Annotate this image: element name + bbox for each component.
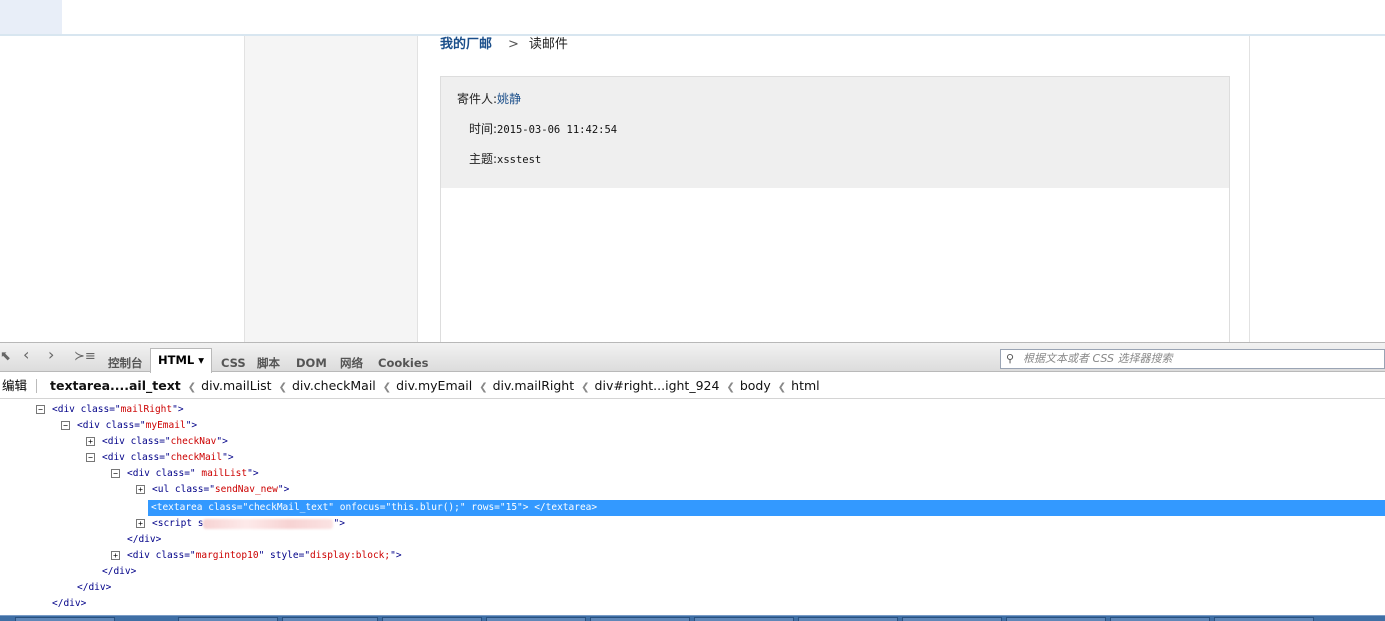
- time-label: 时间:: [468, 122, 497, 136]
- subject-value: xsstest: [497, 154, 542, 166]
- crumb-arrow-icon: ❮: [278, 382, 287, 393]
- tree-node-sendnav[interactable]: <ul class="sendNav_new">: [152, 482, 289, 498]
- sender-label: 寄件人:: [456, 92, 497, 106]
- time-value: 2015-03-06 11:42:54: [497, 124, 618, 136]
- crumb-textarea[interactable]: textarea....ail_text: [50, 378, 181, 393]
- time-row: 时间:2015-03-06 11:42:54: [435, 121, 617, 137]
- command-line-icon[interactable]: ≻≡: [74, 350, 96, 364]
- expand-toggle[interactable]: +: [111, 551, 120, 560]
- taskbar-button[interactable]: [902, 617, 1002, 621]
- tree-node-maillist[interactable]: <div class=" mailList">: [127, 466, 259, 482]
- dom-breadcrumb: textarea....ail_text ❮ div.mailList ❮ div.ch…: [50, 373, 820, 401]
- tab-script[interactable]: 脚本: [257, 355, 280, 371]
- inspect-icon[interactable]: ⬉: [0, 350, 11, 364]
- crumb-myemail[interactable]: div.myEmail: [396, 378, 472, 393]
- crumb-arrow-icon: ❮: [479, 382, 488, 393]
- tree-close-tag: </div>: [102, 566, 137, 577]
- taskbar-button[interactable]: [486, 617, 586, 621]
- dom-breadcrumb-bar: 编辑 textarea....ail_text ❮ div.mailList ❮ div…: [0, 373, 1385, 399]
- taskbar-button[interactable]: [1214, 617, 1314, 621]
- tree-close-tag: </div>: [77, 582, 112, 593]
- top-bar-tab[interactable]: [0, 0, 62, 34]
- tree-node-margintop10[interactable]: <div class="margintop10" style="display:…: [127, 548, 402, 564]
- tab-html[interactable]: HTML ▾: [150, 348, 213, 373]
- crumb-arrow-icon: ❮: [382, 382, 392, 393]
- mail-view: 寄件人:姚静 时间:2015-03-06 11:42:54 主题:xsstest: [440, 76, 1230, 342]
- tab-console[interactable]: 控制台: [108, 355, 143, 371]
- tab-css[interactable]: CSS: [221, 355, 246, 371]
- taskbar-button[interactable]: [694, 617, 794, 621]
- taskbar-button[interactable]: [1110, 617, 1210, 621]
- expand-toggle[interactable]: +: [136, 519, 145, 528]
- browser-top-bar: [0, 0, 1385, 36]
- html-tree: − <div class="mailRight"> − <div class="…: [0, 400, 1385, 621]
- mail-page: 我的厂邮 > 读邮件 寄件人:姚静 时间:2015-03-06 11:42:54 主…: [0, 36, 1385, 342]
- crumb-arrow-icon: ❮: [777, 382, 787, 393]
- search-placeholder: 根据文本或者 CSS 选择器搜索: [1023, 352, 1173, 365]
- collapse-toggle[interactable]: −: [111, 469, 120, 478]
- search-input[interactable]: ⚲ 根据文本或者 CSS 选择器搜索: [1000, 349, 1385, 369]
- taskbar-button[interactable]: [798, 617, 898, 621]
- taskbar-button[interactable]: [178, 617, 278, 621]
- crumb-arrow-icon: ❮: [187, 382, 197, 393]
- crumb-arrow-icon: ❮: [581, 382, 590, 393]
- sender-row: 寄件人:姚静: [435, 91, 521, 107]
- collapse-toggle[interactable]: −: [36, 405, 45, 414]
- subject-row: 主题:xsstest: [435, 151, 541, 167]
- tab-net[interactable]: 网络: [340, 355, 363, 371]
- tree-close-tag: </div>: [127, 534, 162, 545]
- redacted-area: [203, 518, 334, 529]
- tree-node-script[interactable]: <script s ">: [152, 516, 345, 532]
- expand-toggle[interactable]: +: [86, 437, 95, 446]
- crumb-right[interactable]: div#right...ight_924: [595, 378, 720, 393]
- crumb-checkmail[interactable]: div.checkMail: [292, 378, 376, 393]
- mail-header: 寄件人:姚静 时间:2015-03-06 11:42:54 主题:xsstest: [441, 77, 1229, 188]
- taskbar-button[interactable]: [1006, 617, 1106, 621]
- tree-node-checkmail[interactable]: <div class="checkMail">: [102, 450, 234, 466]
- crumb-divider: [36, 379, 37, 393]
- edit-button[interactable]: 编辑: [2, 373, 27, 399]
- search-icon: ⚲: [1006, 352, 1015, 365]
- taskbar-button[interactable]: [382, 617, 482, 621]
- crumb-html[interactable]: html: [791, 378, 819, 393]
- breadcrumb-current: 读邮件: [528, 37, 568, 52]
- breadcrumb-separator: >: [508, 37, 519, 52]
- os-taskbar: [0, 615, 1385, 621]
- subject-label: 主题:: [468, 152, 497, 166]
- expand-toggle[interactable]: +: [136, 485, 145, 494]
- firebug-toolbar: ⬉ ‹ › ≻≡ 控制台 HTML ▾ CSS 脚本 DOM 网络 Cookie…: [0, 342, 1385, 373]
- tree-node-mailright[interactable]: <div class="mailRight">: [52, 402, 184, 418]
- crumb-body[interactable]: body: [740, 378, 771, 393]
- breadcrumb-home-link[interactable]: 我的厂邮: [440, 37, 492, 52]
- tree-node-checknav[interactable]: <div class="checkNav">: [102, 434, 228, 450]
- tab-dom[interactable]: DOM: [296, 355, 327, 371]
- firebug-panel: ⬉ ‹ › ≻≡ 控制台 HTML ▾ CSS 脚本 DOM 网络 Cookie…: [0, 342, 1385, 621]
- taskbar-button[interactable]: [15, 617, 115, 621]
- tab-cookies[interactable]: Cookies: [378, 355, 428, 371]
- forward-icon[interactable]: ›: [48, 347, 54, 363]
- crumb-arrow-icon: ❮: [726, 382, 735, 393]
- collapse-toggle[interactable]: −: [86, 453, 95, 462]
- tree-node-textarea-selected[interactable]: <textarea class="checkMail_text" onfocus…: [148, 500, 1385, 516]
- crumb-mailright[interactable]: div.mailRight: [493, 378, 575, 393]
- breadcrumb: 我的厂邮 > 读邮件: [440, 36, 568, 54]
- back-icon[interactable]: ‹: [23, 347, 29, 363]
- tree-node-myemail[interactable]: <div class="myEmail">: [77, 418, 197, 434]
- tree-close-tag: </div>: [52, 598, 87, 609]
- crumb-maillist[interactable]: div.mailList: [201, 378, 271, 393]
- taskbar-button[interactable]: [590, 617, 690, 621]
- right-column-divider: [1249, 36, 1250, 342]
- sender-link[interactable]: 姚静: [497, 92, 521, 106]
- collapse-toggle[interactable]: −: [61, 421, 70, 430]
- left-sidebar: [245, 36, 418, 342]
- taskbar-button[interactable]: [282, 617, 378, 621]
